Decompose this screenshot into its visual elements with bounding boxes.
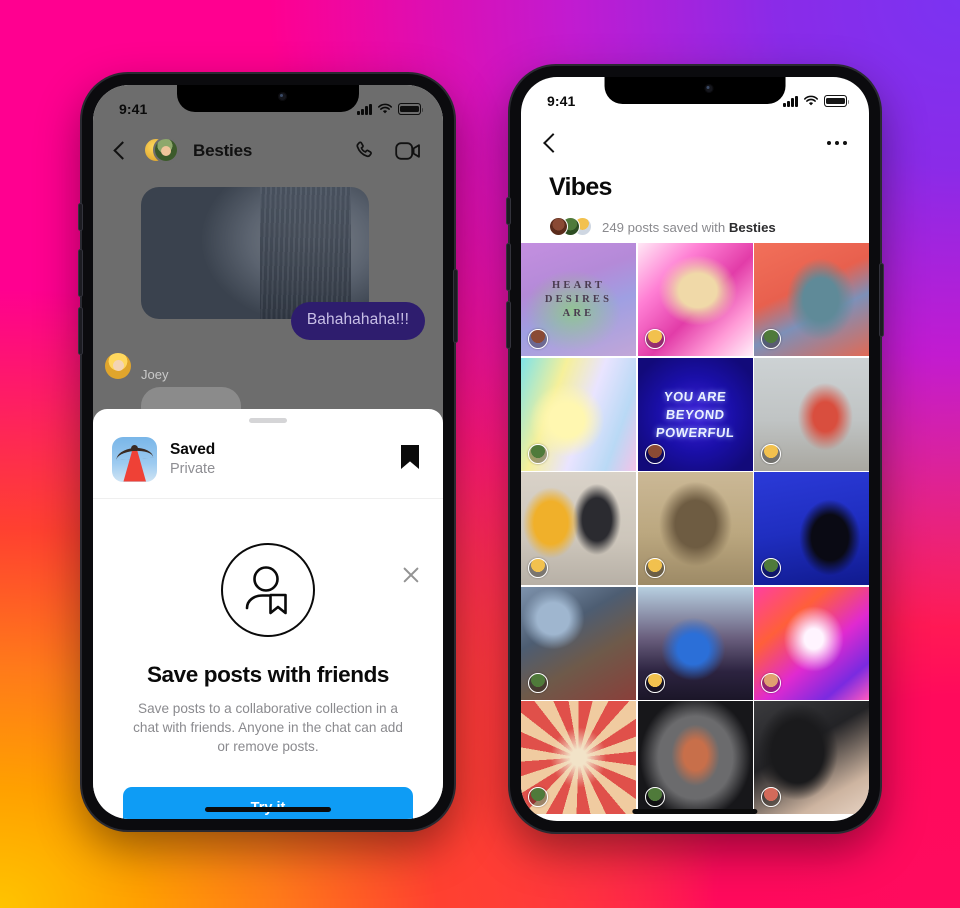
right-phone-screen: 9:41 Vibes 249 posts saved with Besties … bbox=[521, 77, 869, 821]
right-notch bbox=[604, 77, 786, 104]
saved-posts-grid[interactable]: HEART DESIRES ARE YOU ARE BEYOND POWERFUL bbox=[521, 243, 869, 821]
post-caption-line: ARE bbox=[562, 308, 595, 319]
grid-post-tile[interactable] bbox=[754, 243, 869, 356]
mute-switch bbox=[507, 198, 510, 224]
grid-post-tile[interactable] bbox=[754, 472, 869, 585]
post-author-avatar[interactable] bbox=[761, 558, 781, 578]
power-button bbox=[880, 264, 883, 336]
post-author-avatar[interactable] bbox=[528, 787, 548, 807]
back-icon[interactable] bbox=[109, 140, 131, 162]
post-author-avatar[interactable] bbox=[761, 443, 781, 464]
home-indicator[interactable] bbox=[632, 809, 758, 814]
participant-avatar-group[interactable] bbox=[549, 217, 593, 237]
grid-post-tile[interactable] bbox=[521, 472, 636, 585]
chat-avatar-group[interactable] bbox=[141, 136, 183, 166]
post-caption-line: HEART bbox=[552, 280, 605, 291]
post-author-avatar[interactable] bbox=[644, 787, 665, 807]
video-camera-icon[interactable] bbox=[395, 140, 421, 162]
grid-post-tile[interactable] bbox=[754, 586, 869, 700]
post-author-avatar[interactable] bbox=[761, 672, 781, 693]
post-author-avatar[interactable] bbox=[644, 672, 665, 693]
battery-icon bbox=[398, 103, 424, 115]
left-phone-device: 9:41 Besties Bahahahaha!!! Joey Saved Pr… bbox=[79, 74, 457, 830]
volume-up-button bbox=[507, 244, 510, 290]
more-options-icon[interactable] bbox=[827, 141, 847, 145]
saved-bottom-sheet: Saved Private Save posts with friends Sa… bbox=[93, 409, 443, 819]
collection-nav-bar bbox=[521, 117, 869, 169]
volume-down-button bbox=[507, 302, 510, 348]
avatar bbox=[105, 353, 131, 379]
grid-post-tile[interactable] bbox=[754, 701, 869, 814]
battery-icon bbox=[824, 95, 850, 107]
wifi-icon bbox=[804, 95, 818, 106]
grid-post-tile[interactable] bbox=[521, 701, 636, 814]
post-caption-line: POWERFUL bbox=[655, 424, 735, 440]
grid-post-tile[interactable] bbox=[637, 243, 753, 356]
try-it-button[interactable]: Try it bbox=[123, 787, 413, 819]
close-icon[interactable] bbox=[401, 565, 421, 585]
avatar bbox=[153, 137, 179, 163]
person-with-bookmark-icon bbox=[221, 542, 315, 637]
volume-up-button bbox=[79, 250, 82, 296]
sheet-privacy-label: Private bbox=[170, 461, 216, 477]
post-author-avatar[interactable] bbox=[644, 558, 665, 578]
post-author-avatar[interactable] bbox=[528, 558, 548, 578]
post-author-avatar[interactable] bbox=[528, 329, 548, 349]
sheet-hero-description: Save posts to a collaborative collection… bbox=[133, 700, 403, 755]
front-camera-icon bbox=[704, 84, 714, 93]
avatar bbox=[549, 217, 568, 236]
power-button bbox=[454, 270, 457, 342]
collection-meta-text: 249 posts saved with Besties bbox=[602, 220, 776, 235]
post-author-avatar[interactable] bbox=[528, 672, 548, 693]
post-author-avatar[interactable] bbox=[528, 443, 548, 464]
bookmark-icon[interactable] bbox=[399, 444, 421, 475]
mute-switch bbox=[79, 204, 82, 230]
post-author-avatar[interactable] bbox=[644, 329, 665, 349]
message-sender-name: Joey bbox=[141, 367, 169, 382]
front-camera-icon bbox=[277, 92, 287, 101]
post-author-avatar[interactable] bbox=[644, 443, 665, 464]
home-indicator[interactable] bbox=[205, 807, 331, 812]
left-notch bbox=[177, 85, 359, 112]
outgoing-message-bubble: Bahahahaha!!! bbox=[290, 302, 425, 340]
grid-post-tile[interactable] bbox=[637, 586, 753, 700]
wifi-icon bbox=[378, 103, 392, 114]
post-author-avatar[interactable] bbox=[761, 787, 781, 807]
grid-post-tile[interactable] bbox=[637, 701, 753, 814]
status-time: 9:41 bbox=[547, 93, 576, 109]
back-icon[interactable] bbox=[539, 132, 561, 154]
grid-post-tile[interactable] bbox=[754, 357, 869, 471]
left-phone-screen: 9:41 Besties Bahahahaha!!! Joey Saved Pr… bbox=[93, 85, 443, 819]
sheet-header: Saved Private bbox=[93, 423, 443, 499]
signal-bars-icon bbox=[357, 103, 372, 115]
phone-call-icon[interactable] bbox=[353, 139, 377, 163]
chat-header: Besties bbox=[93, 125, 443, 177]
grid-post-tile[interactable] bbox=[521, 586, 636, 700]
chat-photo-attachment bbox=[141, 187, 369, 319]
signal-bars-icon bbox=[783, 95, 798, 107]
sheet-body: Save posts with friends Save posts to a … bbox=[93, 542, 443, 819]
group-name-label: Besties bbox=[728, 219, 776, 235]
sheet-title: Saved bbox=[170, 441, 216, 458]
collection-meta: 249 posts saved with Besties bbox=[549, 217, 853, 237]
grid-post-tile[interactable]: YOU ARE BEYOND POWERFUL bbox=[637, 357, 753, 471]
grid-post-tile[interactable] bbox=[637, 472, 753, 585]
right-phone-device: 9:41 Vibes 249 posts saved with Besties … bbox=[507, 66, 883, 832]
page-title: Vibes bbox=[549, 173, 612, 201]
grid-post-tile[interactable] bbox=[521, 357, 636, 471]
poster-canvas: 9:41 Besties Bahahahaha!!! Joey Saved Pr… bbox=[0, 0, 960, 908]
post-caption-line: YOU ARE bbox=[663, 388, 727, 404]
post-caption-line: BEYOND bbox=[664, 406, 726, 422]
collection-thumbnail bbox=[112, 436, 157, 482]
volume-down-button bbox=[79, 308, 82, 354]
chat-title: Besties bbox=[193, 141, 253, 160]
status-time: 9:41 bbox=[119, 101, 148, 117]
sheet-hero-title: Save posts with friends bbox=[146, 661, 390, 687]
saved-count-label: 249 posts saved with bbox=[602, 219, 726, 235]
grid-post-tile[interactable]: HEART DESIRES ARE bbox=[521, 243, 636, 356]
post-author-avatar[interactable] bbox=[761, 329, 781, 349]
post-caption-line: DESIRES bbox=[544, 294, 613, 305]
